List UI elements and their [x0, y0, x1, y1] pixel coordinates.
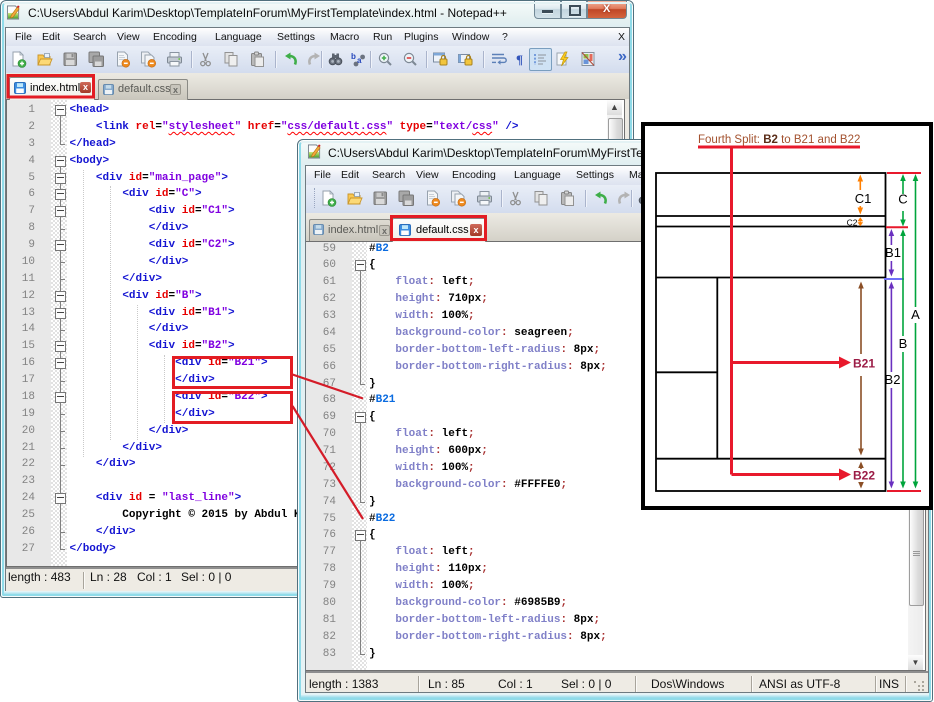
svg-text:B2: B2: [885, 372, 901, 387]
svg-text:C1: C1: [855, 191, 872, 206]
svg-text:C2: C2: [847, 218, 858, 228]
svg-text:B21: B21: [853, 357, 875, 371]
svg-text:Fourth Split: B2 to B21 and B2: Fourth Split: B2 to B21 and B22: [698, 134, 860, 146]
svg-text:B22: B22: [853, 469, 875, 483]
svg-text:B1: B1: [885, 245, 901, 260]
svg-text:B: B: [899, 336, 908, 351]
svg-text:C: C: [898, 192, 907, 207]
svg-text:A: A: [911, 307, 920, 322]
